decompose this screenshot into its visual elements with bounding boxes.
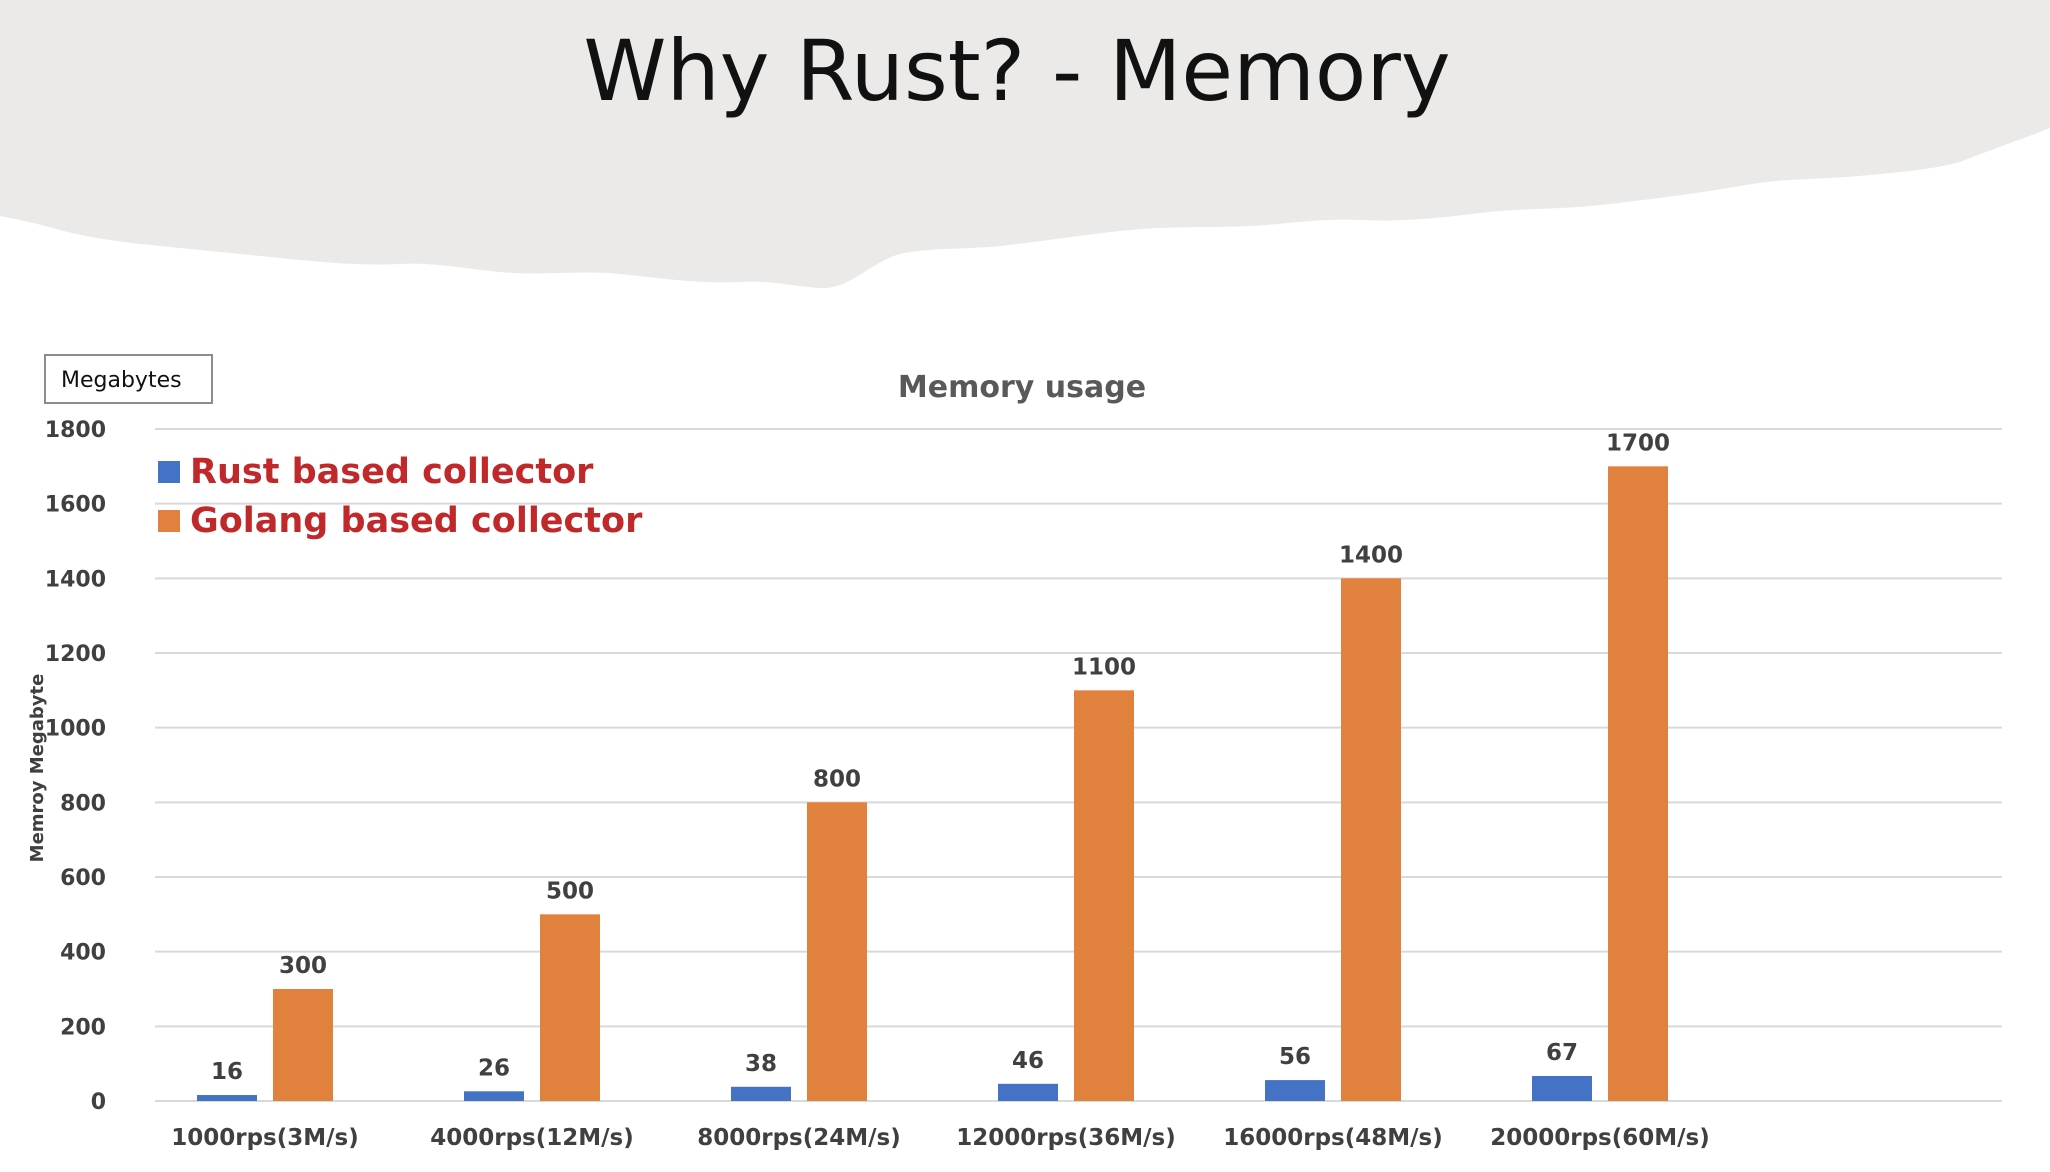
legend-swatch-golang — [158, 510, 180, 532]
data-label-rust-2: 38 — [745, 1051, 777, 1077]
bar-golang-3 — [1074, 690, 1134, 1101]
data-label-golang-1: 500 — [546, 878, 594, 904]
y-tick-label: 1600 — [45, 493, 106, 518]
x-tick-label: 16000rps(48M/s) — [1223, 1125, 1443, 1151]
data-label-golang-3: 1100 — [1072, 654, 1136, 680]
data-label-rust-3: 46 — [1012, 1048, 1044, 1074]
x-tick-label: 4000rps(12M/s) — [430, 1125, 634, 1151]
data-label-golang-4: 1400 — [1339, 542, 1403, 568]
data-label-rust-0: 16 — [211, 1059, 243, 1085]
y-tick-label: 1800 — [45, 418, 106, 443]
bar-rust-0 — [197, 1095, 257, 1101]
y-tick-label: 600 — [60, 866, 106, 891]
y-axis-ticks: 0 200 400 600 800 1000 1200 1400 1600 1800 — [45, 418, 106, 1115]
y-tick-label: 200 — [60, 1015, 106, 1040]
bar-golang-1 — [540, 914, 600, 1101]
y-tick-label: 1200 — [45, 642, 106, 667]
data-label-rust-4: 56 — [1279, 1044, 1311, 1070]
bar-golang-4 — [1341, 578, 1401, 1101]
data-label-rust-5: 67 — [1546, 1040, 1578, 1066]
x-tick-label: 1000rps(3M/s) — [171, 1125, 359, 1151]
x-tick-label: 20000rps(60M/s) — [1490, 1125, 1710, 1151]
slide-canvas: Why Rust? - Memory Megabytes Memory usag… — [0, 0, 2050, 1151]
chart-title: Memory usage — [898, 370, 1146, 405]
data-label-golang-5: 1700 — [1606, 430, 1670, 456]
y-tick-label: 1000 — [45, 717, 106, 742]
bar-rust-4 — [1265, 1080, 1325, 1101]
y-tick-label: 800 — [60, 791, 106, 816]
bar-rust-3 — [998, 1083, 1058, 1101]
x-tick-label: 12000rps(36M/s) — [956, 1125, 1176, 1151]
bar-golang-2 — [807, 802, 867, 1101]
y-axis-label: Memroy Megabyte — [27, 674, 48, 863]
bars — [197, 466, 1668, 1101]
y-tick-label: 400 — [60, 941, 106, 966]
legend-label-rust: Rust based collector — [190, 452, 594, 492]
x-axis-ticks: 1000rps(3M/s) 4000rps(12M/s) 8000rps(24M/s… — [171, 1125, 1710, 1151]
data-label-golang-0: 300 — [279, 953, 327, 979]
bar-rust-1 — [464, 1091, 524, 1101]
data-label-rust-1: 26 — [478, 1055, 510, 1081]
y-tick-label: 1400 — [45, 567, 106, 592]
bar-rust-2 — [731, 1086, 791, 1101]
bar-golang-5 — [1608, 466, 1668, 1101]
bar-golang-0 — [273, 989, 333, 1101]
slide-title: Why Rust? - Memory — [583, 22, 1450, 120]
legend: Rust based collector Golang based collec… — [158, 452, 643, 541]
data-label-golang-2: 800 — [813, 766, 861, 792]
y-tick-label: 0 — [91, 1090, 106, 1115]
legend-swatch-rust — [158, 461, 180, 483]
legend-label-golang: Golang based collector — [190, 501, 643, 541]
x-tick-label: 8000rps(24M/s) — [697, 1125, 901, 1151]
unit-box-label: Megabytes — [61, 368, 182, 393]
bar-rust-5 — [1532, 1075, 1592, 1101]
